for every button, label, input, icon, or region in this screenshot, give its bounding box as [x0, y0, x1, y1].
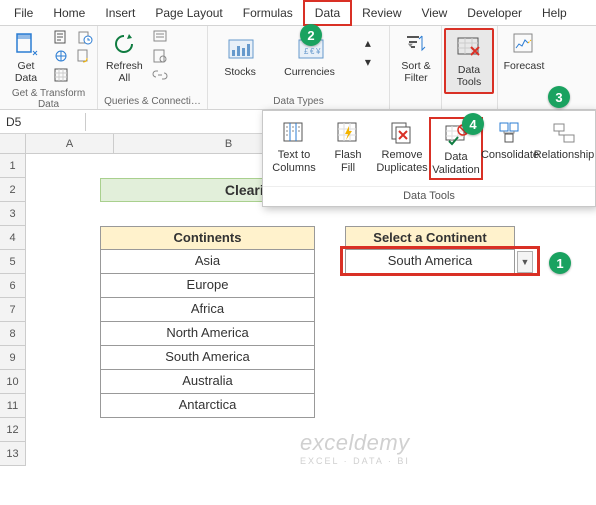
remove-duplicates-icon	[388, 119, 416, 147]
relationships-button[interactable]: Relationship	[537, 117, 591, 180]
continent-cell[interactable]: Africa	[100, 298, 315, 322]
recent-icon	[77, 29, 93, 45]
group-queries: Queries & Connecti…	[102, 94, 203, 109]
continent-cell[interactable]: North America	[100, 322, 315, 346]
step-badge-2: 2	[300, 24, 322, 46]
chevron-down-icon: ▼	[521, 257, 530, 267]
data-tools-panel: Text to Columns Flash Fill Remove Duplic…	[262, 110, 596, 207]
flash-fill-icon	[334, 119, 362, 147]
menu-file[interactable]: File	[4, 2, 43, 24]
step-badge-4: 4	[462, 113, 484, 135]
text-to-columns-icon	[280, 119, 308, 147]
refresh-icon	[110, 30, 138, 58]
continents-header: Continents	[100, 226, 315, 250]
flash-fill-button[interactable]: Flash Fill	[321, 117, 375, 180]
consolidate-button[interactable]: Consolidate	[483, 117, 537, 180]
data-tools-button[interactable]: Data Tools	[444, 28, 494, 94]
continent-cell[interactable]: Antarctica	[100, 394, 315, 418]
continent-cell[interactable]: Asia	[100, 250, 315, 274]
properties-button[interactable]	[149, 47, 171, 65]
row-header[interactable]: 12	[0, 418, 26, 442]
menu-data[interactable]: Data	[303, 0, 352, 26]
from-web-button[interactable]	[50, 47, 72, 65]
row-header[interactable]: 1	[0, 154, 26, 178]
datatype-scroll-down[interactable]: ▾	[357, 53, 379, 71]
ribbon: Get Data Get & Transform Data Refresh Al…	[0, 26, 596, 110]
from-text-csv-button[interactable]	[50, 28, 72, 46]
menu-help[interactable]: Help	[532, 2, 577, 24]
menu-insert[interactable]: Insert	[95, 2, 145, 24]
row-header[interactable]: 6	[0, 274, 26, 298]
get-data-button[interactable]: Get Data	[4, 28, 48, 86]
row-header[interactable]: 2	[0, 178, 26, 202]
continent-cell[interactable]: South America	[100, 346, 315, 370]
row-header[interactable]: 11	[0, 394, 26, 418]
datatype-scroll-up[interactable]: ▴	[357, 34, 379, 52]
stocks-icon	[226, 36, 254, 64]
connection-icon	[77, 48, 93, 64]
from-web-icon	[53, 48, 69, 64]
dropdown-arrow-button[interactable]: ▼	[517, 251, 533, 273]
menu-formulas[interactable]: Formulas	[233, 2, 303, 24]
from-table-button[interactable]	[50, 66, 72, 84]
row-header[interactable]: 5	[0, 250, 26, 274]
sort-filter-button[interactable]: Sort & Filter	[394, 28, 438, 86]
row-header[interactable]: 13	[0, 442, 26, 466]
links-icon	[152, 67, 168, 83]
queries-icon	[152, 29, 168, 45]
chevron-up-icon: ▴	[360, 35, 376, 51]
row-header[interactable]: 9	[0, 346, 26, 370]
selected-continent-cell[interactable]: South America	[345, 250, 515, 274]
forecast-icon	[510, 30, 538, 58]
existing-conn-button[interactable]	[74, 47, 96, 65]
row-header[interactable]: 3	[0, 202, 26, 226]
continent-cell[interactable]: Australia	[100, 370, 315, 394]
stocks-button[interactable]: Stocks	[218, 34, 262, 80]
edit-links-button[interactable]	[149, 66, 171, 84]
step-badge-1: 1	[549, 252, 571, 274]
consolidate-icon	[496, 119, 524, 147]
recent-sources-button[interactable]	[74, 28, 96, 46]
menu-page-layout[interactable]: Page Layout	[145, 2, 232, 24]
name-box[interactable]: D5	[0, 113, 86, 131]
row-header[interactable]: 7	[0, 298, 26, 322]
forecast-button[interactable]: Forecast	[502, 28, 546, 74]
get-data-icon	[12, 30, 40, 58]
text-to-columns-button[interactable]: Text to Columns	[267, 117, 321, 180]
remove-duplicates-button[interactable]: Remove Duplicates	[375, 117, 429, 180]
chevron-down-icon: ▾	[360, 54, 376, 70]
step-badge-3: 3	[548, 86, 570, 108]
menu-home[interactable]: Home	[43, 2, 95, 24]
menu-view[interactable]: View	[412, 2, 458, 24]
row-header[interactable]: 4	[0, 226, 26, 250]
sort-filter-icon	[402, 30, 430, 58]
menu-review[interactable]: Review	[352, 2, 411, 24]
data-tools-icon	[455, 34, 483, 62]
from-text-icon	[53, 29, 69, 45]
row-header[interactable]: 8	[0, 322, 26, 346]
properties-icon	[152, 48, 168, 64]
row-header[interactable]: 10	[0, 370, 26, 394]
data-tools-group-label: Data Tools	[263, 186, 595, 206]
group-data-types: Data Types	[212, 94, 385, 109]
refresh-all-button[interactable]: Refresh All	[102, 28, 147, 86]
svg-text:£: £	[304, 47, 309, 56]
relationships-icon	[550, 119, 578, 147]
svg-text:€: €	[310, 47, 315, 56]
select-continent-header: Select a Continent	[345, 226, 515, 250]
col-header-a[interactable]: A	[26, 134, 114, 153]
queries-button[interactable]	[149, 28, 171, 46]
from-table-icon	[53, 67, 69, 83]
menu-developer[interactable]: Developer	[457, 2, 532, 24]
svg-text:¥: ¥	[315, 47, 321, 56]
group-get-transform: Get & Transform Data	[4, 86, 93, 112]
continent-cell[interactable]: Europe	[100, 274, 315, 298]
menu-bar: File Home Insert Page Layout Formulas Da…	[0, 0, 596, 26]
